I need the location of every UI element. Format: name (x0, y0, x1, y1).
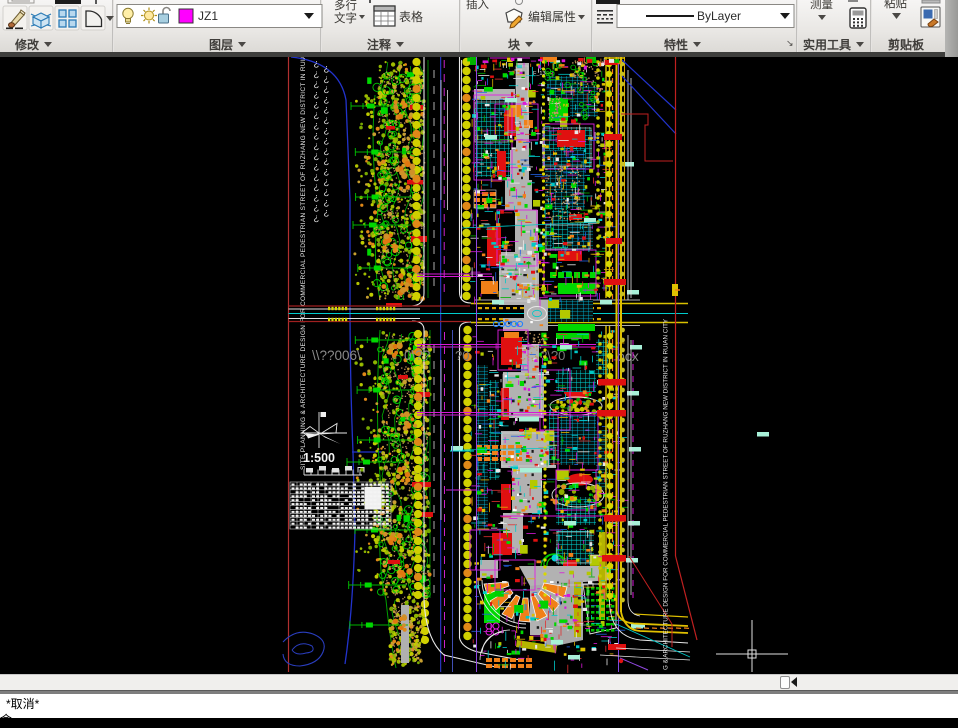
svg-text:1:500: 1:500 (303, 451, 335, 465)
svg-text:编辑属性: 编辑属性 (528, 9, 576, 24)
svg-text:\\??006\: \\??006\ (312, 348, 361, 363)
svg-text:¿: ¿ (324, 207, 330, 218)
svg-text:文字: 文字 (334, 11, 357, 25)
svg-text:¿: ¿ (314, 213, 320, 224)
svg-text:SITE PLANNING & ARCHITECTURE D: SITE PLANNING & ARCHITECTURE DESIGN FOR … (300, 57, 307, 470)
svg-text:多行: 多行 (334, 0, 357, 12)
svg-text:测量: 测量 (810, 0, 833, 11)
svg-text:粘贴: 粘贴 (884, 0, 907, 10)
svg-text:ByLayer: ByLayer (697, 9, 741, 23)
svg-text:JZ1: JZ1 (198, 9, 218, 23)
svg-text:0\??: 0\?? (404, 348, 430, 363)
svg-text:插入: 插入 (466, 0, 489, 11)
svg-text:表格: 表格 (399, 9, 423, 24)
svg-text:?0: ?0 (455, 348, 469, 363)
